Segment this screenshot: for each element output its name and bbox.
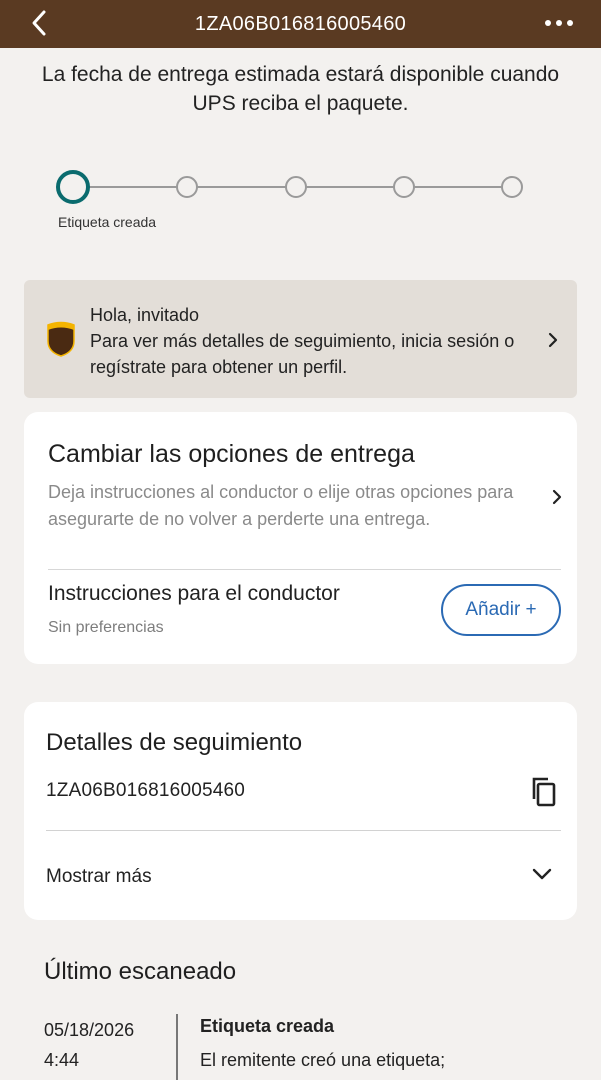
last-scan-datetime: 05/18/2026 4:44 [44,1015,134,1075]
progress-step-1-active [56,170,90,204]
top-app-bar: 1ZA06B016816005460 [0,0,601,48]
progress-step-4 [393,176,415,198]
chevron-right-icon[interactable] [551,488,563,511]
last-scan-date: 05/18/2026 [44,1020,135,1040]
copy-icon[interactable] [529,775,559,814]
header-tracking-number: 1ZA06B016816005460 [194,12,407,35]
add-driver-instructions-button[interactable]: Añadir + [441,584,561,636]
timeline-rule [176,1014,178,1080]
progress-step-2 [176,176,198,198]
divider [46,830,561,831]
estimate-message: La fecha de entrega estimada estará disp… [41,63,560,115]
guest-sign-in-banner[interactable]: Hola, invitado Para ver más detalles de … [24,280,577,398]
delivery-options-description[interactable]: Deja instrucciones al conductor o elije … [48,479,528,533]
tracking-details-card: Detalles de seguimiento 1ZA06B0168160054… [24,702,577,920]
delivery-options-title[interactable]: Cambiar las opciones de entrega [48,440,415,469]
show-more-toggle[interactable]: Mostrar más [46,866,152,888]
driver-preference-value: Sin preferencias [48,619,164,636]
guest-banner-text: Hola, invitado Para ver más detalles de … [90,302,540,380]
delivery-options-card: Cambiar las opciones de entrega Deja ins… [24,412,577,664]
more-options-button[interactable] [539,6,579,40]
tracking-details-title: Detalles de seguimiento [46,729,303,756]
last-scan-event-description: El remitente creó una etiqueta; [200,1050,446,1070]
ups-shield-icon [46,321,76,362]
more-horizontal-icon [545,20,573,26]
chevron-down-icon[interactable] [530,866,554,887]
guest-message: Para ver más detalles de seguimiento, in… [90,331,515,377]
progress-step-5 [501,176,523,198]
last-scan-time: 4:44 [44,1050,80,1070]
back-button[interactable] [22,6,56,40]
last-scan-event-title: Etiqueta creada [200,1016,335,1036]
tracking-number: 1ZA06B016816005460 [46,780,246,801]
progress-current-step-label: Etiqueta creada [58,214,157,230]
chevron-left-icon [32,10,46,36]
driver-instructions-label: Instrucciones para el conductor [48,582,340,605]
guest-greeting: Hola, invitado [90,305,200,325]
delivery-progress-tracker: Etiqueta creada [0,168,601,230]
progress-step-3 [285,176,307,198]
last-scan-title: Último escaneado [44,958,237,985]
chevron-right-icon [547,331,559,354]
divider [48,569,561,570]
